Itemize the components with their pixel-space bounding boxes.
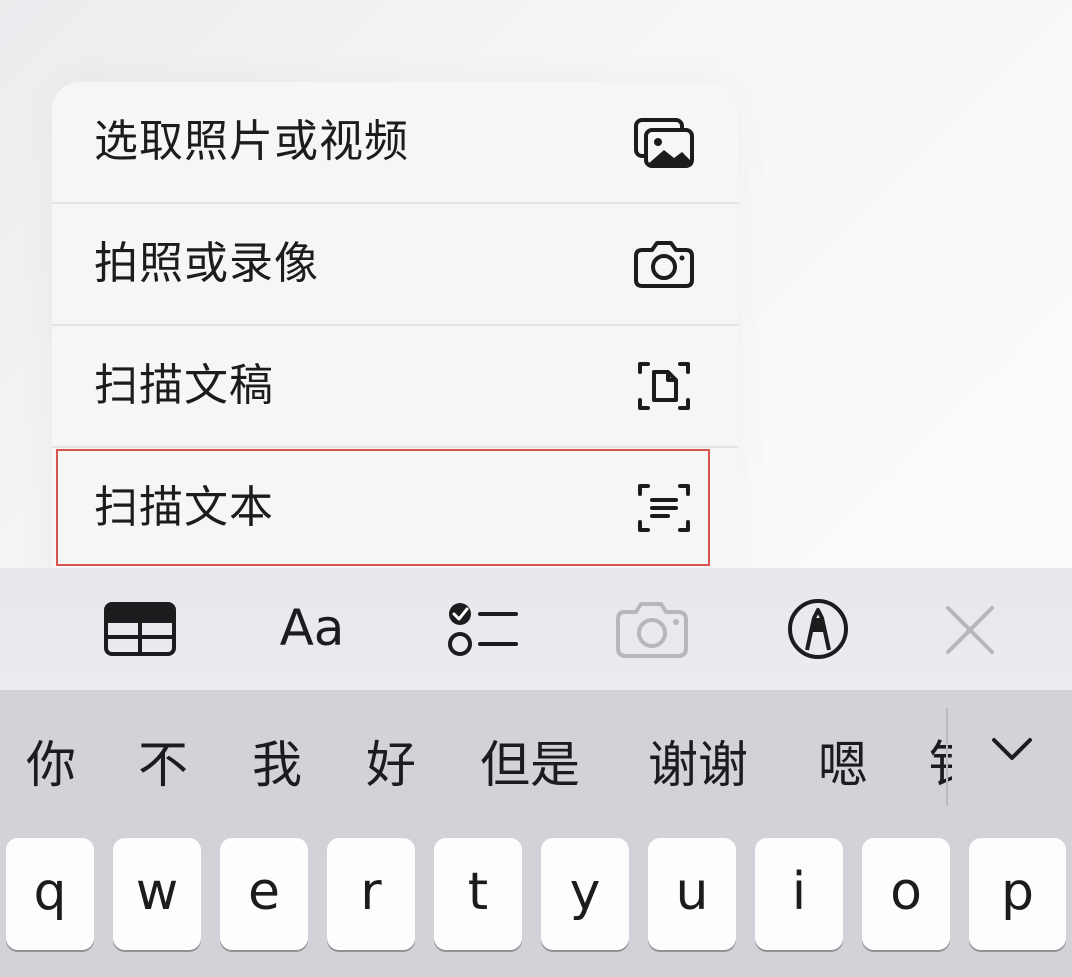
- candidate-word[interactable]: 钅: [928, 690, 952, 830]
- attachment-menu: 选取照片或视频 拍照或录像 扫描文稿 扫描文本: [52, 82, 738, 642]
- menu-item-label: 扫描文本: [94, 482, 274, 533]
- menu-item-take-photo-or-video[interactable]: 拍照或录像: [52, 204, 738, 324]
- scan-text-icon: [632, 478, 696, 538]
- keyboard: 你 不 我 好 但是 谢谢 嗯 钅 q w e r t y u i o p: [0, 690, 1072, 977]
- candidate-divider: [946, 708, 948, 806]
- candidate-word[interactable]: 谢谢: [648, 690, 748, 830]
- candidate-word[interactable]: 你: [26, 690, 76, 830]
- key-w[interactable]: w: [113, 838, 201, 950]
- text-format-button[interactable]: Aa: [272, 590, 352, 666]
- table-icon[interactable]: [100, 596, 180, 662]
- menu-item-choose-photo-or-video[interactable]: 选取照片或视频: [52, 82, 738, 202]
- photo-library-icon: [632, 112, 696, 172]
- menu-item-scan-text[interactable]: 扫描文本: [52, 448, 738, 568]
- menu-item-scan-documents[interactable]: 扫描文稿: [52, 326, 738, 446]
- markup-pen-icon[interactable]: [778, 596, 858, 662]
- candidate-word[interactable]: 好: [366, 690, 416, 830]
- camera-icon: [632, 234, 696, 294]
- key-t[interactable]: t: [434, 838, 522, 950]
- camera-icon[interactable]: [612, 596, 692, 662]
- menu-item-label: 选取照片或视频: [94, 116, 409, 167]
- key-p[interactable]: p: [969, 838, 1066, 950]
- close-icon[interactable]: [930, 596, 1010, 662]
- candidate-word[interactable]: 我: [252, 690, 302, 830]
- scan-document-icon: [632, 356, 696, 416]
- candidate-word[interactable]: 但是: [480, 690, 580, 830]
- notes-toolbar: Aa: [0, 568, 1072, 690]
- menu-item-label: 扫描文稿: [94, 360, 274, 411]
- chevron-down-icon[interactable]: [982, 730, 1042, 770]
- key-i[interactable]: i: [755, 838, 843, 950]
- candidate-word[interactable]: 不: [138, 690, 188, 830]
- key-y[interactable]: y: [541, 838, 629, 950]
- key-u[interactable]: u: [648, 838, 736, 950]
- key-e[interactable]: e: [220, 838, 308, 950]
- candidate-word[interactable]: 嗯: [818, 690, 868, 830]
- key-r[interactable]: r: [327, 838, 415, 950]
- menu-item-label: 拍照或录像: [94, 238, 319, 289]
- checklist-icon[interactable]: [444, 596, 524, 662]
- key-q[interactable]: q: [6, 838, 94, 950]
- candidate-bar: 你 不 我 好 但是 谢谢 嗯 钅: [0, 690, 1072, 830]
- key-o[interactable]: o: [862, 838, 950, 950]
- screen: 选取照片或视频 拍照或录像 扫描文稿 扫描文本 Aa 你 不 我 好 但是 谢谢…: [0, 0, 1072, 977]
